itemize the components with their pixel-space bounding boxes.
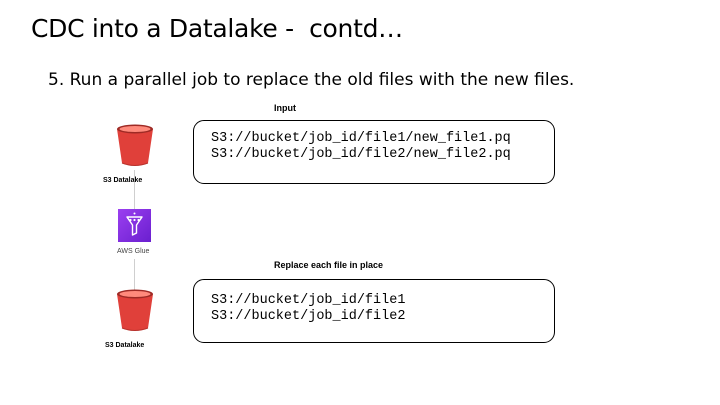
slide-title: CDC into a Datalake - contd… <box>31 14 403 43</box>
connector-line-top <box>134 170 135 210</box>
s3-datalake-target-label: S3 Datalake <box>105 342 145 349</box>
input-paths-box: S3://bucket/job_id/file1/new_file1.pq S3… <box>193 120 555 184</box>
input-heading: Input <box>274 103 296 113</box>
step-description: 5. Run a parallel job to replace the old… <box>48 70 575 90</box>
s3-datalake-source-label: S3 Datalake <box>103 177 143 184</box>
input-path-line: S3://bucket/job_id/file2/new_file2.pq <box>211 147 511 162</box>
s3-bucket-icon <box>117 289 153 331</box>
output-paths-box: S3://bucket/job_id/file1 S3://bucket/job… <box>193 279 555 343</box>
input-path-line: S3://bucket/job_id/file1/new_file1.pq <box>211 131 511 146</box>
output-path-line: S3://bucket/job_id/file2 <box>211 309 406 324</box>
s3-bucket-icon <box>117 124 153 166</box>
aws-glue-icon <box>118 209 151 242</box>
aws-glue-label: AWS Glue <box>117 248 150 255</box>
output-path-line: S3://bucket/job_id/file1 <box>211 293 406 308</box>
replace-heading: Replace each file in place <box>274 260 384 270</box>
